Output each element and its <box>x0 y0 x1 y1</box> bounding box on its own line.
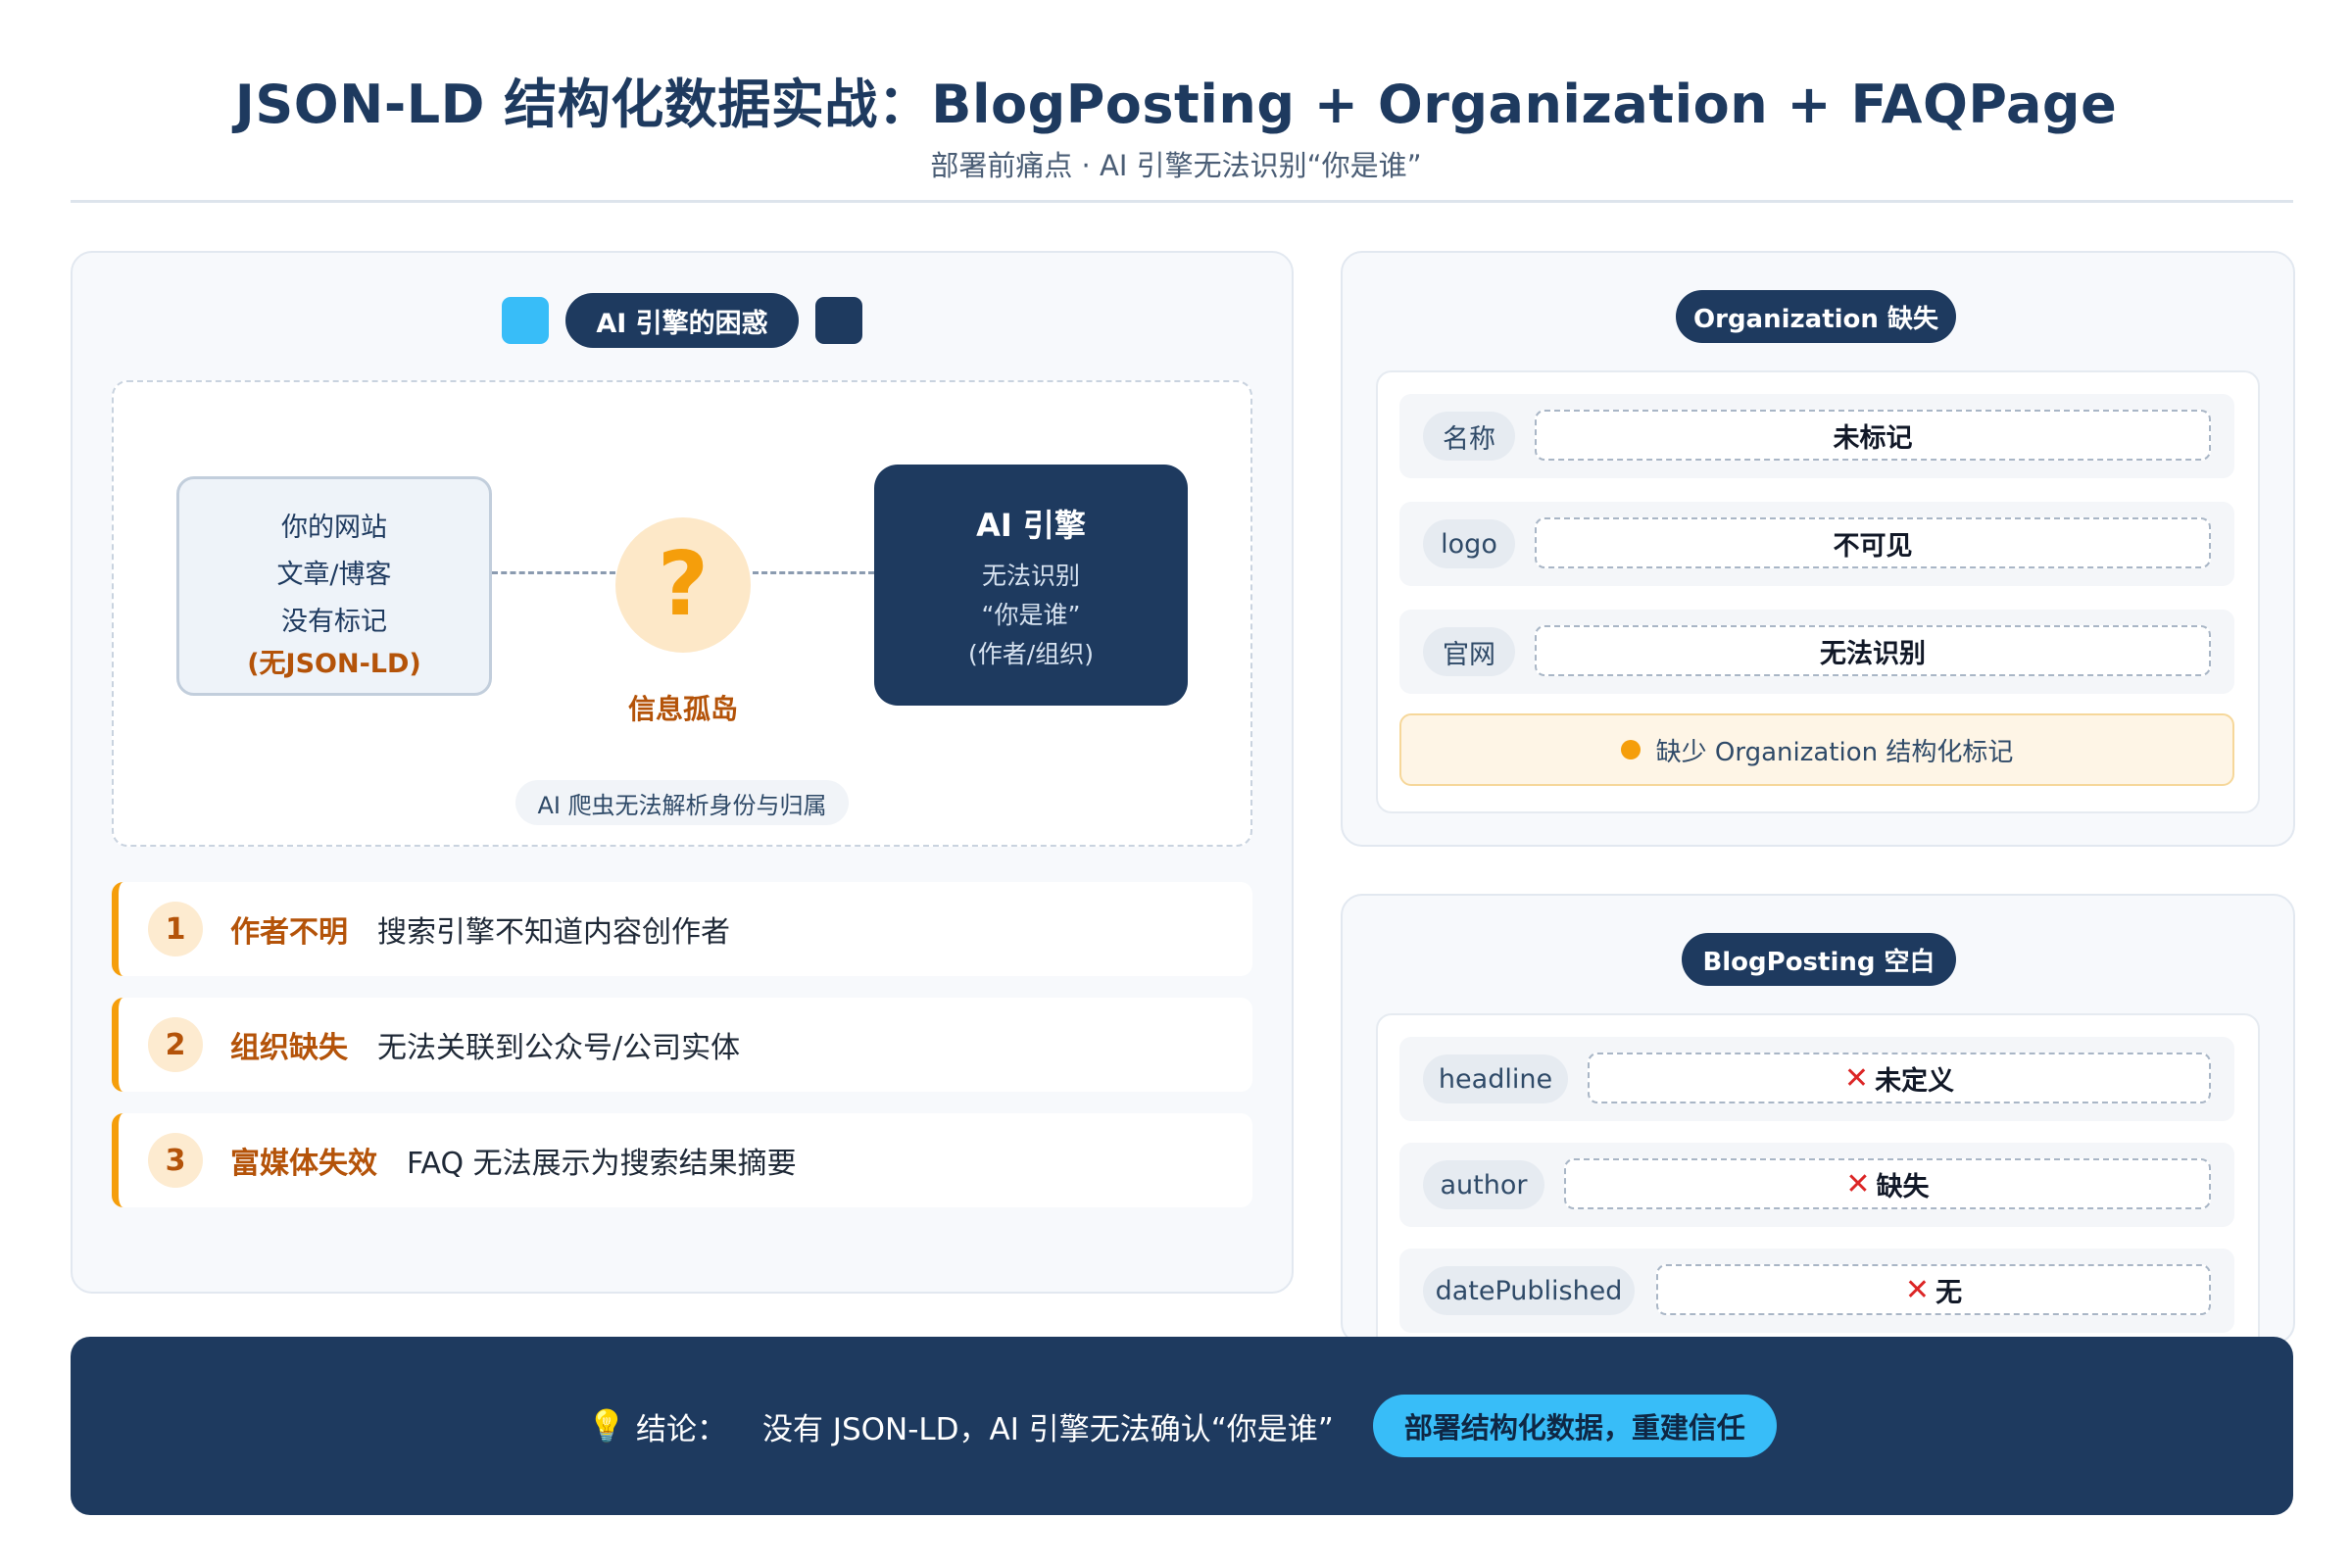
pain-point-desc: 搜索引擎不知道内容创作者 <box>377 915 730 950</box>
site-no-jsonld: (无JSON-LD) <box>247 649 421 679</box>
cross-mark-icon: ✕ <box>1904 1272 1931 1307</box>
pain-point-desc: FAQ 无法展示为搜索结果摘要 <box>407 1147 797 1181</box>
ai-engine-node: AI 引擎 无法识别 “你是谁” (作者/组织) <box>874 465 1188 706</box>
legend-swatch-navy <box>815 297 862 344</box>
pain-point-item: 2 组织缺失 无法关联到公众号/公司实体 <box>112 998 1252 1092</box>
organization-title-pill: Organization 缺失 <box>1676 290 1956 343</box>
cross-mark-icon: ✕ <box>1843 1060 1870 1096</box>
pain-point-title: 作者不明 <box>230 915 348 950</box>
pain-point-item: 3 富媒体失效 FAQ 无法展示为搜索结果摘要 <box>112 1113 1252 1207</box>
pain-point-title: 组织缺失 <box>230 1031 348 1065</box>
connector-left <box>492 571 615 574</box>
blogposting-title-pill: BlogPosting 空白 <box>1682 933 1956 986</box>
ai-engine-line: (作者/组织) <box>968 640 1094 668</box>
your-site-node: 你的网站 文章/博客 没有标记 (无JSON-LD) <box>176 476 492 696</box>
cross-mark-icon: ✕ <box>1845 1166 1871 1201</box>
diagram-note: AI 爬虫无法解析身份与归属 <box>515 780 849 825</box>
blog-field-value: ✕ 缺失 <box>1564 1158 2211 1209</box>
ai-engine-line: “你是谁” <box>981 601 1081 629</box>
org-field-key: 名称 <box>1423 412 1515 461</box>
blog-field-value: ✕ 未定义 <box>1588 1053 2211 1103</box>
org-field-value: 未标记 <box>1535 410 2211 461</box>
header-divider <box>71 200 2293 203</box>
site-markup-status: 没有标记 <box>281 607 387 637</box>
info-island-node: ? <box>615 517 751 653</box>
org-field-value: 无法识别 <box>1535 625 2211 676</box>
org-field-key: 官网 <box>1423 627 1515 676</box>
legend-swatch-blue <box>502 297 549 344</box>
org-warning-text: 缺少 Organization 结构化标记 <box>1655 737 2014 767</box>
blog-field-key: datePublished <box>1423 1266 1635 1315</box>
legend-title-pill: AI 引擎的困惑 <box>565 293 799 348</box>
pain-point-number: 3 <box>148 1133 203 1188</box>
conclusion-content: 💡 结论： 没有 JSON-LD，AI 引擎无法确认“你是谁” 部署结构化数据，… <box>71 1337 2293 1515</box>
info-island-caption: 信息孤岛 <box>627 693 738 725</box>
conclusion-text: 没有 JSON-LD，AI 引擎无法确认“你是谁” <box>761 1411 1334 1447</box>
site-label: 你的网站 <box>281 513 387 543</box>
page-title: JSON-LD 结构化数据实战：BlogPosting + Organizati… <box>234 74 2118 135</box>
page-subtitle: 部署前痛点 · AI 引擎无法识别“你是谁” <box>930 149 1422 182</box>
ai-engine-line: 无法识别 <box>981 562 1080 590</box>
ai-engine-title: AI 引擎 <box>976 507 1086 544</box>
pain-point-number: 2 <box>148 1017 203 1072</box>
pain-point-desc: 无法关联到公众号/公司实体 <box>377 1031 741 1065</box>
question-mark-icon: ? <box>657 533 710 636</box>
pain-point-item: 1 作者不明 搜索引擎不知道内容创作者 <box>112 882 1252 976</box>
deploy-structured-data-button[interactable]: 部署结构化数据，重建信任 <box>1372 1395 1777 1457</box>
blog-field-key: headline <box>1423 1054 1568 1103</box>
blog-field-value: ✕ 无 <box>1656 1264 2211 1315</box>
org-field-key: logo <box>1423 519 1515 568</box>
org-field-value: 不可见 <box>1535 517 2211 568</box>
warning-dot-icon <box>1620 740 1641 760</box>
pain-point-title: 富媒体失效 <box>230 1147 377 1181</box>
conclusion-label: 结论： <box>635 1411 727 1447</box>
lightbulb-icon: 💡 <box>587 1407 626 1445</box>
pain-point-number: 1 <box>148 902 203 956</box>
blog-field-key: author <box>1423 1160 1544 1209</box>
org-warning: 缺少 Organization 结构化标记 <box>1399 713 2234 786</box>
site-content-type: 文章/博客 <box>276 560 392 590</box>
connector-right <box>753 571 874 574</box>
